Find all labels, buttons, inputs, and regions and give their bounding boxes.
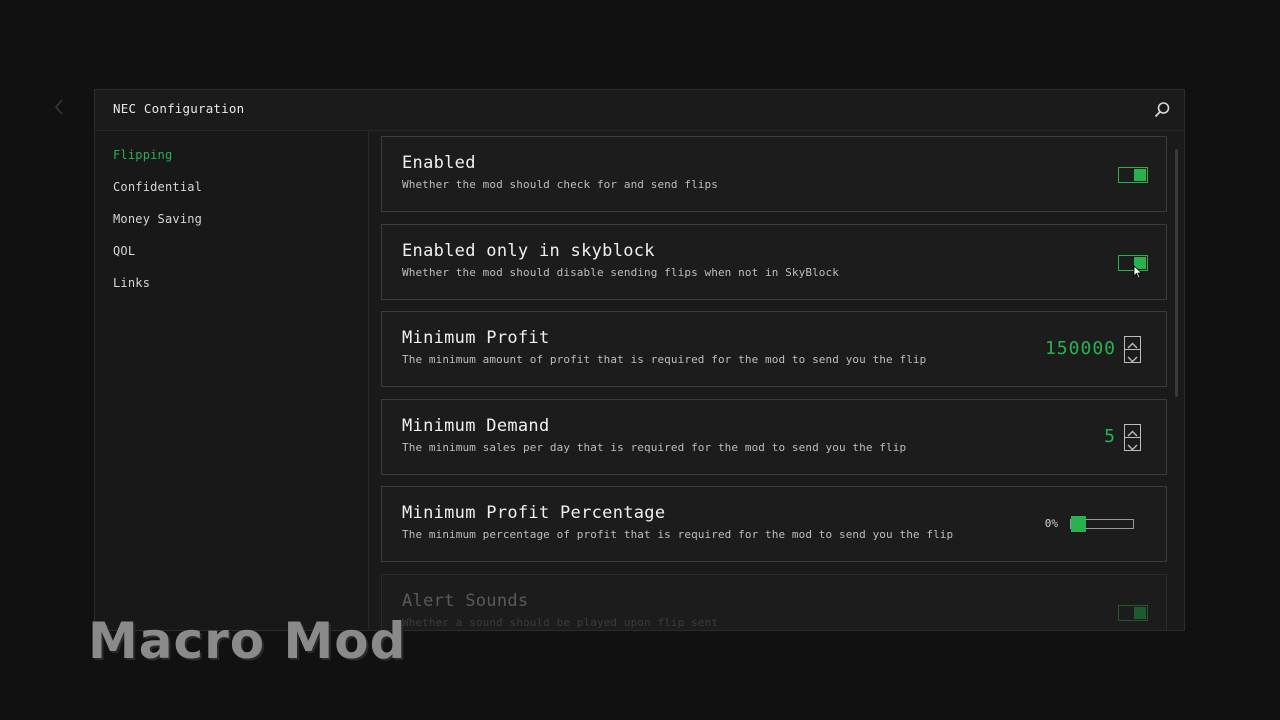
enabled-toggle[interactable] bbox=[1118, 167, 1148, 183]
setting-card-alert-sounds: Alert Sounds Whether a sound should be p… bbox=[381, 574, 1167, 630]
minimum-demand-value[interactable]: 5 bbox=[1104, 426, 1116, 447]
sidebar-item-money-saving[interactable]: Money Saving bbox=[113, 212, 202, 226]
setting-description: The minimum amount of profit that is req… bbox=[402, 353, 927, 366]
setting-title: Enabled bbox=[402, 153, 476, 173]
alert-sounds-toggle[interactable] bbox=[1118, 605, 1148, 621]
setting-card-enabled-only-skyblock: Enabled only in skyblock Whether the mod… bbox=[381, 224, 1167, 300]
toggle-knob bbox=[1134, 169, 1146, 181]
chevron-up-icon[interactable] bbox=[1125, 337, 1140, 350]
setting-description: The minimum sales per day that is requir… bbox=[402, 441, 907, 454]
sidebar-item-confidential[interactable]: Confidential bbox=[113, 180, 202, 194]
chevron-up-icon[interactable] bbox=[1125, 425, 1140, 438]
setting-title: Alert Sounds bbox=[402, 591, 529, 611]
sidebar-item-links[interactable]: Links bbox=[113, 276, 150, 290]
config-window: NEC Configuration Flipping Confidential … bbox=[94, 89, 1185, 631]
setting-card-minimum-profit: Minimum Profit The minimum amount of pro… bbox=[381, 311, 1167, 387]
mouse-cursor-icon bbox=[1133, 264, 1143, 279]
setting-description: Whether the mod should disable sending f… bbox=[402, 266, 839, 279]
minimum-demand-stepper bbox=[1124, 424, 1141, 451]
sidebar-item-qol[interactable]: QOL bbox=[113, 244, 135, 258]
settings-panel: Enabled Whether the mod should check for… bbox=[369, 131, 1184, 630]
sidebar-item-flipping[interactable]: Flipping bbox=[113, 148, 172, 162]
slider-handle[interactable] bbox=[1071, 516, 1086, 532]
chevron-down-icon[interactable] bbox=[1125, 438, 1140, 451]
setting-card-minimum-demand: Minimum Demand The minimum sales per day… bbox=[381, 399, 1167, 475]
setting-title: Minimum Profit bbox=[402, 328, 550, 348]
setting-description: Whether a sound should be played upon fl… bbox=[402, 616, 718, 629]
minimum-profit-value[interactable]: 150000 bbox=[1045, 338, 1116, 359]
watermark-text: Macro Mod bbox=[88, 612, 407, 670]
sidebar: Flipping Confidential Money Saving QOL L… bbox=[95, 131, 369, 630]
titlebar: NEC Configuration bbox=[95, 90, 1184, 131]
setting-card-enabled: Enabled Whether the mod should check for… bbox=[381, 136, 1167, 212]
search-icon[interactable] bbox=[1152, 100, 1172, 120]
setting-title: Enabled only in skyblock bbox=[402, 241, 655, 261]
minimum-profit-stepper bbox=[1124, 336, 1141, 363]
setting-card-minimum-profit-percentage: Minimum Profit Percentage The minimum pe… bbox=[381, 486, 1167, 562]
chevron-left-icon[interactable] bbox=[54, 98, 66, 118]
slider-value-label: 0% bbox=[1044, 517, 1058, 530]
setting-description: Whether the mod should check for and sen… bbox=[402, 178, 718, 191]
setting-title: Minimum Profit Percentage bbox=[402, 503, 666, 523]
chevron-down-icon[interactable] bbox=[1125, 350, 1140, 363]
window-title: NEC Configuration bbox=[113, 101, 245, 116]
toggle-knob bbox=[1134, 607, 1146, 619]
setting-title: Minimum Demand bbox=[402, 416, 550, 436]
setting-description: The minimum percentage of profit that is… bbox=[402, 528, 954, 541]
minimum-profit-percentage-slider[interactable] bbox=[1070, 516, 1134, 532]
scrollbar[interactable] bbox=[1175, 149, 1178, 397]
